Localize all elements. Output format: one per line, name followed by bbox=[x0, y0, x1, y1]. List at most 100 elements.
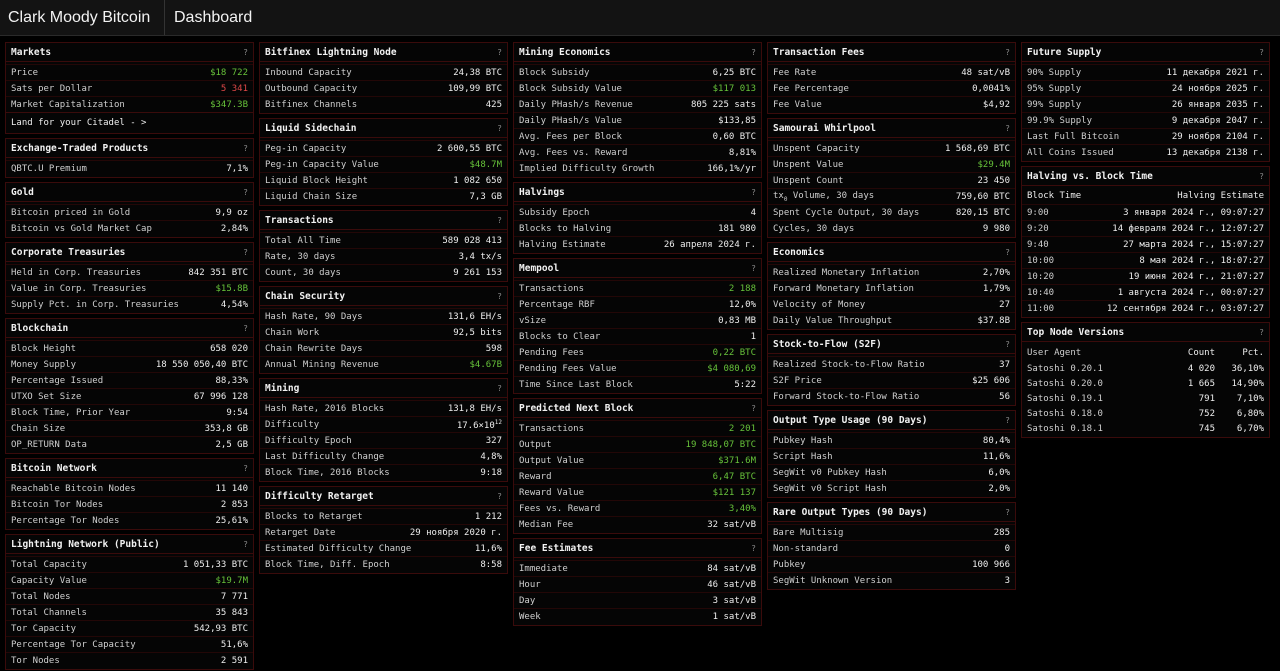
help-icon[interactable]: ? bbox=[243, 248, 248, 257]
stat-label: Total Capacity bbox=[11, 559, 87, 570]
stat-value: 4,54% bbox=[220, 299, 248, 310]
panel-header: Fee Estimates? bbox=[514, 539, 761, 558]
stat-value: 0 bbox=[1004, 543, 1010, 554]
stat-row: SegWit v0 Script Hash 2,0% bbox=[768, 480, 1015, 496]
stat-value: 11,6% bbox=[982, 451, 1010, 462]
stat-label: Fees vs. Reward bbox=[519, 503, 601, 514]
help-icon[interactable]: ? bbox=[1005, 124, 1010, 133]
page-title: Dashboard bbox=[174, 8, 253, 26]
stat-label: Retarget Date bbox=[265, 527, 336, 538]
stat-row: Block Subsidy 6,25 BTC bbox=[514, 64, 761, 80]
stat-label: Median Fee bbox=[519, 519, 574, 530]
panel-title: Lightning Network (Public) bbox=[11, 538, 160, 550]
help-icon[interactable]: ? bbox=[1005, 508, 1010, 517]
help-icon[interactable]: ? bbox=[497, 384, 502, 393]
help-icon[interactable]: ? bbox=[1005, 248, 1010, 257]
stat-row: Price $18 722 bbox=[6, 64, 253, 80]
help-icon[interactable]: ? bbox=[497, 492, 502, 501]
stat-row: Difficulty 17.6×1012 bbox=[260, 416, 507, 432]
stat-value: 8:58 bbox=[480, 559, 502, 570]
help-icon[interactable]: ? bbox=[243, 48, 248, 57]
stat-value: 23 450 bbox=[977, 175, 1010, 186]
help-icon[interactable]: ? bbox=[751, 544, 756, 553]
stat-value: 2 591 bbox=[220, 655, 248, 666]
help-icon[interactable]: ? bbox=[1005, 340, 1010, 349]
table-row: 10:40 1 августа 2024 г., 00:07:27 bbox=[1022, 284, 1269, 300]
stat-row: Outbound Capacity 109,99 BTC bbox=[260, 80, 507, 96]
block-time-cell: 10:40 bbox=[1027, 287, 1055, 298]
stat-row: Reward Value $121 137 bbox=[514, 484, 761, 500]
help-icon[interactable]: ? bbox=[497, 292, 502, 301]
stat-value: 8,81% bbox=[728, 147, 756, 158]
stat-label: Unspent Value bbox=[773, 159, 844, 170]
help-icon[interactable]: ? bbox=[751, 404, 756, 413]
help-icon[interactable]: ? bbox=[243, 324, 248, 333]
stat-row: Blocks to Retarget 1 212 bbox=[260, 508, 507, 524]
stat-label: Sats per Dollar bbox=[11, 83, 93, 94]
stat-label: S2F Price bbox=[773, 375, 822, 386]
halving-estimate-cell: 27 марта 2024 г., 15:07:27 bbox=[1123, 239, 1264, 250]
help-icon[interactable]: ? bbox=[1005, 416, 1010, 425]
help-icon[interactable]: ? bbox=[1005, 48, 1010, 57]
stat-value: $133,85 bbox=[718, 115, 756, 126]
stat-row: Total Channels 35 843 bbox=[6, 604, 253, 620]
stat-value: 51,6% bbox=[220, 639, 248, 650]
stat-row: Block Subsidy Value $117 013 bbox=[514, 80, 761, 96]
help-icon[interactable]: ? bbox=[751, 48, 756, 57]
help-icon[interactable]: ? bbox=[243, 540, 248, 549]
help-icon[interactable]: ? bbox=[1259, 172, 1264, 181]
stat-row: Chain Rewrite Days 598 bbox=[260, 340, 507, 356]
stat-value: 2,70% bbox=[982, 267, 1010, 278]
help-icon[interactable]: ? bbox=[497, 216, 502, 225]
stat-value: $4 080,69 bbox=[707, 363, 756, 374]
stat-label: Daily Value Throughput bbox=[773, 315, 893, 326]
stat-value: 181 980 bbox=[718, 223, 756, 234]
brand-title[interactable]: Clark Moody Bitcoin bbox=[0, 0, 165, 35]
stat-label: Implied Difficulty Growth bbox=[519, 163, 655, 174]
panel-lightning: Lightning Network (Public)? Total Capacit… bbox=[5, 534, 254, 670]
stat-value: 18 550 050,40 BTC bbox=[155, 359, 248, 370]
help-icon[interactable]: ? bbox=[751, 188, 756, 197]
stat-label: Difficulty bbox=[265, 419, 320, 430]
panel-title: Bitcoin Network bbox=[11, 462, 97, 474]
stat-row: Forward Stock-to-Flow Ratio 56 bbox=[768, 388, 1015, 404]
stat-label: Immediate bbox=[519, 563, 568, 574]
stat-value: 542,93 BTC bbox=[193, 623, 248, 634]
panel-title: Exchange-Traded Products bbox=[11, 142, 149, 154]
help-icon[interactable]: ? bbox=[751, 264, 756, 273]
citadel-link[interactable]: Land for your Citadel - > bbox=[6, 112, 253, 132]
help-icon[interactable]: ? bbox=[1259, 328, 1264, 337]
stat-label: Time Since Last Block bbox=[519, 379, 633, 390]
stat-row: Inbound Capacity 24,38 BTC bbox=[260, 64, 507, 80]
help-icon[interactable]: ? bbox=[497, 124, 502, 133]
panel-header: Blockchain? bbox=[6, 319, 253, 338]
stat-value: 2 188 bbox=[728, 283, 756, 294]
stat-label: Chain Rewrite Days bbox=[265, 343, 363, 354]
stat-value: 11 декабря 2021 г. bbox=[1166, 67, 1264, 78]
help-icon[interactable]: ? bbox=[243, 144, 248, 153]
stat-value: 4 bbox=[750, 207, 756, 218]
stat-value: 0,60 BTC bbox=[712, 131, 756, 142]
stat-label: Peg-in Capacity bbox=[265, 143, 347, 154]
stat-label: Held in Corp. Treasuries bbox=[11, 267, 142, 278]
help-icon[interactable]: ? bbox=[243, 188, 248, 197]
stat-label: Bare Multisig bbox=[773, 527, 844, 538]
stat-value: $25 606 bbox=[972, 375, 1010, 386]
stat-label: Forward Monetary Inflation bbox=[773, 283, 914, 294]
stat-row: Immediate 84 sat/vB bbox=[514, 560, 761, 576]
help-icon[interactable]: ? bbox=[243, 464, 248, 473]
help-icon[interactable]: ? bbox=[497, 48, 502, 57]
stat-value: 9:54 bbox=[226, 407, 248, 418]
stat-label: Pending Fees bbox=[519, 347, 585, 358]
stat-row: Realized Monetary Inflation 2,70% bbox=[768, 264, 1015, 280]
stat-row: Bitcoin priced in Gold 9,9 oz bbox=[6, 204, 253, 220]
stat-row: Forward Monetary Inflation 1,79% bbox=[768, 280, 1015, 296]
stat-label: Hash Rate, 2016 Blocks bbox=[265, 403, 385, 414]
stat-label: Liquid Chain Size bbox=[265, 191, 358, 202]
help-icon[interactable]: ? bbox=[1259, 48, 1264, 57]
column-3: Mining Economics? Block Subsidy 6,25 BTC Bl… bbox=[513, 42, 762, 670]
stat-row: Percentage Tor Nodes 25,61% bbox=[6, 512, 253, 528]
percent-cell: 36,10% bbox=[1231, 363, 1264, 374]
panel-title: Liquid Sidechain bbox=[265, 122, 357, 134]
stat-value: 24,38 BTC bbox=[453, 67, 502, 78]
